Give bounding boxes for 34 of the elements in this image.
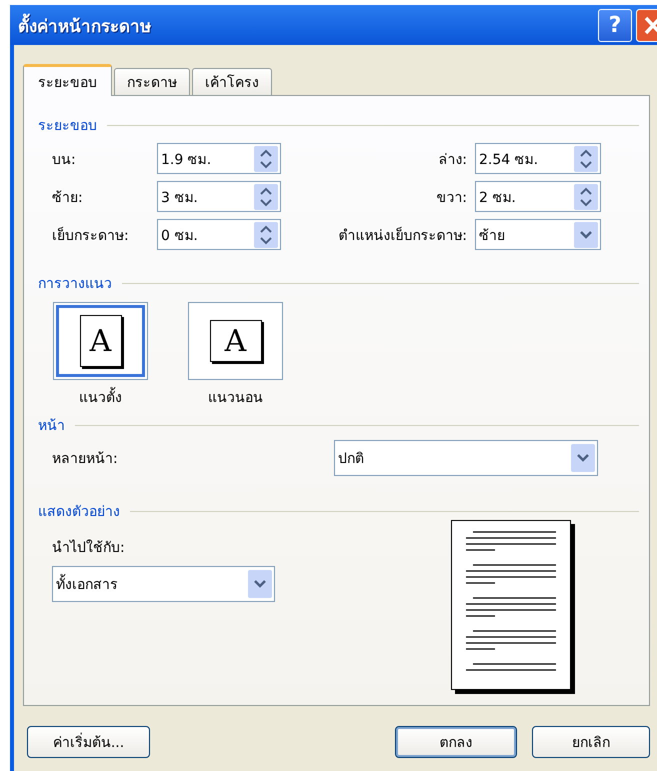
tab[interactable]: เค้าโครง <box>192 68 272 95</box>
field-label: ซ้าย: <box>52 188 84 208</box>
field-label: หลายหน้า: <box>52 450 119 469</box>
dropdown[interactable]: ซ้าย <box>475 219 601 250</box>
spin-box[interactable]: 1.9 ซม. <box>157 143 281 174</box>
tab[interactable]: กระดาษ <box>114 68 190 95</box>
spin-box[interactable]: 2.54 ซม. <box>475 143 601 174</box>
page-icon: A <box>210 320 262 362</box>
page-icon: A <box>80 315 122 367</box>
help-button[interactable]: ? <box>598 8 632 42</box>
field-label: เย็บกระดาษ: <box>52 226 130 246</box>
section-heading: แสดงตัวอย่าง <box>38 503 120 522</box>
section-heading: ระยะขอบ <box>38 117 97 136</box>
section-heading: การวางแนว <box>38 275 112 294</box>
orientation-button[interactable]: A <box>53 302 148 380</box>
spin-box[interactable]: 2 ซม. <box>475 181 601 212</box>
spin-box[interactable]: 3 ซม. <box>157 181 281 212</box>
orientation-label: แนวนอน <box>208 389 263 408</box>
dialog-button[interactable]: ตกลง <box>395 726 517 758</box>
field-label: ล่าง: <box>437 150 468 170</box>
dropdown[interactable]: ทั้งเอกสาร <box>52 566 275 602</box>
dialog-button[interactable]: ค่าเริ่มต้น... <box>27 726 150 758</box>
spin-box[interactable]: 0 ซม. <box>157 219 281 250</box>
field-label: นำไปใช้กับ: <box>52 538 126 558</box>
orientation-label: แนวตั้ง <box>79 386 122 408</box>
field-label: ขวา: <box>435 188 468 208</box>
field-label: ตำแหน่งเย็บกระดาษ: <box>337 226 468 246</box>
dialog-button[interactable]: ยกเลิก <box>532 726 650 758</box>
orientation-button[interactable]: A <box>188 302 283 380</box>
field-label: บน: <box>52 150 77 170</box>
section-heading: หน้า <box>38 417 65 436</box>
window-title: ตั้งค่าหน้ากระดาษ <box>18 12 151 38</box>
tab[interactable]: ระยะขอบ <box>23 64 112 96</box>
dropdown[interactable]: ปกติ <box>334 440 598 476</box>
